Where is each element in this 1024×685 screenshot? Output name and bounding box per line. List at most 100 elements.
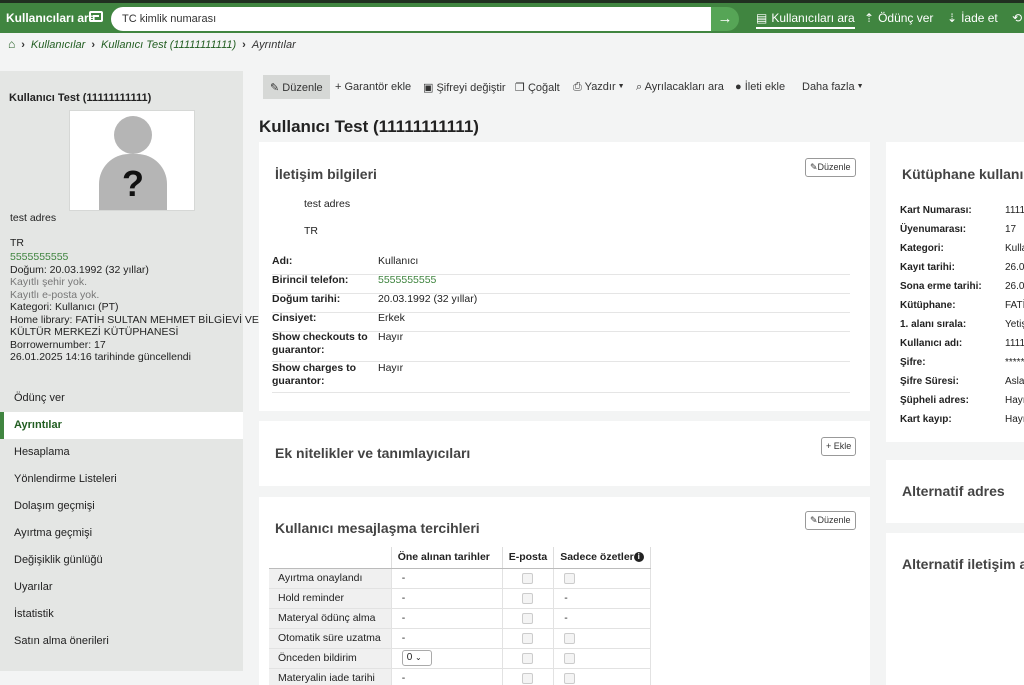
email-checkbox[interactable] [522, 572, 534, 584]
email-checkbox[interactable] [522, 632, 534, 644]
change-password-button[interactable]: ▣ Şifreyi değiştir [423, 75, 506, 99]
printer-icon: ⎙ [573, 81, 582, 93]
pencil-icon: ✎ [810, 162, 818, 172]
breadcrumb-current: Ayrıntılar [251, 39, 296, 51]
add-message-button[interactable]: ● İleti ekle [735, 75, 785, 99]
patron-updated: 26.01.2025 14:16 tarihinde güncellendi [10, 351, 191, 363]
edit-button[interactable]: ✎ Düzenle [263, 75, 330, 99]
alt-address-title: Alternatif adres [902, 483, 1005, 499]
menu-purchase-suggestions[interactable]: Satın alma önerileri [0, 628, 243, 655]
email-checkbox[interactable] [522, 672, 534, 684]
menu-checkout[interactable]: Ödünç ver [0, 385, 243, 412]
library-row: 1. alanı sırala:Yetişkin [900, 319, 1024, 330]
library-row: Sona erme tarihi:26.01.2026 [900, 281, 1024, 292]
patron-borrowernumber: Borrowernumber: 17 [10, 339, 106, 351]
table-row: Materyal ödünç alma - - [269, 608, 652, 629]
download-icon: ⇣ [947, 11, 958, 25]
email-checkbox[interactable] [522, 592, 534, 604]
extended-attributes-panel: Ek nitelikler ve tanımlayıcıları + Ekle [259, 421, 870, 486]
top-bar: Kullanıcıları ara TC kimlik numarası → ▤… [0, 0, 1024, 33]
more-button[interactable]: Daha fazla ▼ [802, 75, 864, 99]
library-row: Kategori:Kullanıcı (PT) [900, 243, 1024, 254]
menu-details[interactable]: Ayrıntılar [0, 412, 243, 439]
contact-row-charges-guarantor: Show charges to guarantor: Hayır [272, 362, 850, 393]
library-row: Şifre Süresi: Asla [900, 376, 1024, 387]
duplicate-button[interactable]: ❐ Çoğalt [515, 75, 560, 99]
patron-no-city: Kayıtlı şehir yok. [10, 276, 88, 288]
table-row: Hold reminder - - [269, 588, 652, 609]
alt-contact-panel: Alternatif iletişim adresi [886, 533, 1024, 685]
digest-checkbox[interactable] [564, 632, 576, 644]
messaging-panel: Kullanıcı mesajlaşma tercihleri ✎Düzenle… [259, 497, 870, 685]
renew-icon[interactable]: ⟲ [1012, 11, 1022, 25]
patron-card-icon[interactable] [89, 11, 103, 22]
patron-phone[interactable]: 5555555555 [10, 251, 68, 263]
patron-category: Kategori: Kullanıcı (PT) [10, 301, 119, 313]
print-button[interactable]: ⎙ Yazdır ▼ [573, 75, 625, 99]
contact-row-name: Adı: Kullanıcı [272, 255, 850, 275]
patron-menu: Ödünç ver Ayrıntılar Hesaplama Yönlendir… [0, 385, 243, 655]
library-row: Kütüphane:FATİH SULTAN MEHMET [900, 300, 1024, 311]
library-row: Kart kayıp:Hayır [900, 414, 1024, 425]
library-row: Şifre:******* [900, 357, 1024, 368]
add-guarantor-button[interactable]: + Garantör ekle [335, 75, 411, 99]
menu-accounting[interactable]: Hesaplama [0, 439, 243, 466]
nav-patron-search[interactable]: ▤ Kullanıcıları ara [756, 11, 855, 29]
contact-row-checkouts-guarantor: Show checkouts to guarantor: Hayır [272, 331, 850, 362]
digest-checkbox[interactable] [564, 572, 576, 584]
patron-country: TR [10, 237, 24, 249]
table-row: Önceden bildirim 0 ⌄ [269, 648, 652, 669]
library-use-title: Kütüphane kullanımı [902, 166, 1024, 182]
patron-no-email: Kayıtlı e-posta yok. [10, 289, 100, 301]
search-to-hold-button[interactable]: ⌕ Ayrılacakları ara [636, 75, 724, 99]
menu-routing-lists[interactable]: Yönlendirme Listeleri [0, 466, 243, 493]
contact-panel: İletişim bilgileri ✎Düzenle test adres T… [259, 142, 870, 411]
info-icon[interactable]: i [633, 552, 644, 563]
messaging-table: Öne alınan tarihler E-posta Sadece özetl… [269, 547, 652, 685]
table-row: Otomatik süre uzatma - [269, 628, 652, 649]
table-row: Ayırtma onaylandı - [269, 568, 652, 589]
menu-notices[interactable]: Uyarılar [0, 574, 243, 601]
library-row: Kullanıcı adı:11111111111 [900, 338, 1024, 349]
search-input[interactable]: TC kimlik numarası [111, 7, 716, 31]
nav-checkin[interactable]: ⇣ İade et [947, 11, 998, 25]
search-submit-button[interactable]: → [711, 7, 739, 31]
email-checkbox[interactable] [522, 612, 534, 624]
patron-photo: ? [69, 110, 195, 211]
patron-address: test adres [10, 212, 57, 224]
digest-checkbox[interactable] [564, 652, 576, 664]
messaging-header-email: E-posta [502, 547, 555, 569]
contact-edit-button[interactable]: ✎Düzenle [805, 158, 856, 177]
breadcrumb-patrons[interactable]: Kullanıcılar [31, 39, 85, 51]
breadcrumb-patron[interactable]: Kullanıcı Test (11111111111) [101, 39, 236, 51]
home-icon[interactable]: ⌂ [8, 37, 15, 51]
search-type-label[interactable]: Kullanıcıları ara [6, 11, 95, 25]
menu-holds-history[interactable]: Ayırtma geçmişi [0, 520, 243, 547]
extended-title: Ek nitelikler ve tanımlayıcıları [275, 445, 471, 461]
nav-checkout[interactable]: ⇡ Ödünç ver [864, 11, 933, 25]
lock-icon: ▣ [423, 82, 434, 94]
library-row: Şüpheli adres:Hayır [900, 395, 1024, 406]
messaging-header-blank [269, 547, 392, 569]
contact-address: test adres [304, 198, 351, 210]
breadcrumb: ⌂ › Kullanıcılar › Kullanıcı Test (111111111… [8, 37, 296, 51]
menu-circulation-history[interactable]: Dolaşım geçmişi [0, 493, 243, 520]
comment-icon: ● [735, 81, 742, 93]
days-in-advance-select[interactable]: 0 ⌄ [401, 650, 432, 666]
pencil-icon: ✎ [810, 515, 818, 525]
menu-statistics[interactable]: İstatistik [0, 601, 243, 628]
contact-row-birth: Doğum tarihi: 20.03.1992 (32 yıllar) [272, 293, 850, 313]
alt-contact-title: Alternatif iletişim adresi [902, 556, 1024, 572]
menu-modification-log[interactable]: Değişiklik günlüğü [0, 547, 243, 574]
email-checkbox[interactable] [522, 652, 534, 664]
table-row: Materyalin iade tarihi - [269, 668, 652, 685]
digest-checkbox[interactable] [564, 672, 576, 684]
patron-home-library: Home library: FATİH SULTAN MEHMET BİLGİE… [10, 314, 259, 326]
toolbar: ✎ Düzenle + Garantör ekle ▣ Şifreyi deği… [259, 73, 870, 99]
pencil-icon: ✎ [270, 82, 280, 94]
add-attribute-button[interactable]: + Ekle [821, 437, 857, 456]
messaging-header-days: Öne alınan tarihler [391, 547, 503, 569]
contact-country: TR [304, 225, 318, 237]
messaging-edit-button[interactable]: ✎Düzenle [805, 511, 856, 530]
plus-icon: + [335, 81, 342, 93]
